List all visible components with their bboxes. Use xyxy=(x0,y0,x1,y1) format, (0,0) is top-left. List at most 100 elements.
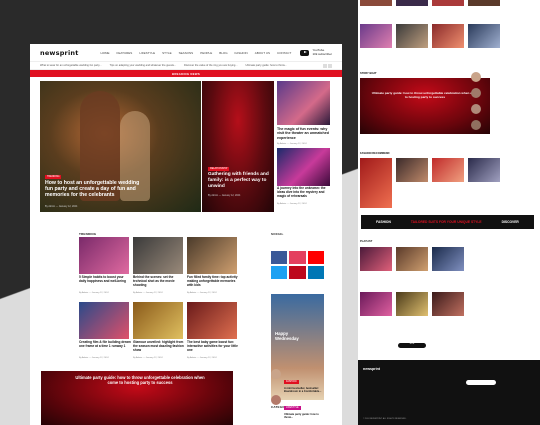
author-avatar xyxy=(471,88,481,98)
author-avatar xyxy=(471,120,481,130)
nav-item-lifestyle[interactable]: LIFESTYLE xyxy=(139,51,155,55)
nav-item-about[interactable]: ABOUT US xyxy=(255,51,270,55)
ticker-item[interactable]: Tips on adapting your wedding and whatev… xyxy=(110,64,176,67)
trending-image[interactable] xyxy=(187,302,237,339)
site-footer: newsprint © 2024 NEWSPRINT. ALL RIGHTS R… xyxy=(358,360,540,425)
author-avatar xyxy=(471,104,481,114)
load-more-button[interactable]: ● ● ● xyxy=(398,343,426,348)
fashion-image[interactable] xyxy=(468,158,500,182)
footer-copyright: © 2024 NEWSPRINT. ALL RIGHTS RESERVED. xyxy=(363,418,407,420)
youtube-social-icon[interactable] xyxy=(307,251,324,264)
thumb-image[interactable] xyxy=(360,24,392,48)
youtube-subscribers: 10k subscriber xyxy=(312,51,332,56)
side-article-image[interactable] xyxy=(277,81,330,125)
category-title[interactable]: A mini bestseller, bestseller: Boardroom… xyxy=(284,387,326,393)
social-grid xyxy=(271,251,324,279)
side-article-image[interactable] xyxy=(277,148,330,186)
playlist-image[interactable] xyxy=(396,292,428,316)
nav-item-home[interactable]: HOME xyxy=(101,51,110,55)
trending-meta: By Admin — January 12, 2024 xyxy=(133,292,163,294)
playlist-image[interactable] xyxy=(396,247,428,271)
fashion-image[interactable] xyxy=(396,158,428,182)
ticker-item[interactable]: Ultimate party guide: how to throw... xyxy=(246,64,287,67)
playlist-heading: PLAYLIST xyxy=(360,240,373,243)
red-feature-title[interactable]: Ultimate party guide: how to throw unfor… xyxy=(370,91,480,99)
thumb-image[interactable] xyxy=(432,24,464,48)
thumb-image[interactable] xyxy=(468,24,500,48)
trending-image[interactable] xyxy=(133,302,183,339)
subscribe-button[interactable] xyxy=(466,380,496,385)
trending-image[interactable] xyxy=(133,237,183,274)
trending-title[interactable]: Fun filled family time: top activity mak… xyxy=(187,275,239,288)
site-logo[interactable]: newsprint xyxy=(40,49,79,57)
thumb-image[interactable] xyxy=(360,0,392,6)
watch-now-title[interactable]: Ultimate party guide: how to throw unfor… xyxy=(70,375,210,386)
secondary-page: STORY BOAT Ultimate party guide: how to … xyxy=(358,0,540,425)
category-tag[interactable]: LIFESTYLE xyxy=(284,406,301,410)
trending-meta: By Admin — January 12, 2024 xyxy=(133,357,163,359)
trending-title[interactable]: Behind the scenes: set the technical sho… xyxy=(133,275,185,288)
ticker-nav xyxy=(323,63,332,68)
fashion-image[interactable] xyxy=(432,158,464,182)
ticker-item[interactable]: Discover the value of the ring you are b… xyxy=(184,64,238,67)
hero-title[interactable]: How to host an unforgettable wedding fun… xyxy=(45,180,145,199)
fashion-image[interactable] xyxy=(360,158,392,208)
thumb-image[interactable] xyxy=(396,24,428,48)
social-heading: SOCIAL xyxy=(271,232,284,236)
playlist-image[interactable] xyxy=(360,247,392,271)
nav-item-style[interactable]: STYLE xyxy=(162,51,172,55)
pinterest-icon[interactable] xyxy=(289,266,306,279)
thumb-image[interactable] xyxy=(396,0,428,6)
side-article-title[interactable]: A journey into the unknown: the ideas di… xyxy=(277,186,330,199)
trending-title[interactable]: Creating film & file building dream one … xyxy=(79,340,131,349)
category-avatar xyxy=(271,369,281,379)
trending-image[interactable] xyxy=(79,302,129,339)
hero-tag[interactable]: TRENDING xyxy=(45,175,62,179)
breaking-news-label: BREAKING NEWS xyxy=(172,71,200,76)
category-tag[interactable]: FASHION xyxy=(284,380,299,384)
playlist-image[interactable] xyxy=(432,292,464,316)
ticker-item[interactable]: What to wear for an unforgettable weddin… xyxy=(40,64,102,67)
nav-item-fashion[interactable]: FASHION xyxy=(235,51,248,55)
trending-meta: By Admin — January 12, 2024 xyxy=(187,292,217,294)
linkedin-icon[interactable] xyxy=(307,266,324,279)
playlist-image[interactable] xyxy=(432,247,464,271)
category-item[interactable]: LIFESTYLE Ultimate party guide: how to t… xyxy=(271,395,326,419)
trending-image[interactable] xyxy=(79,237,129,274)
trending-meta: By Admin — January 12, 2024 xyxy=(79,357,109,359)
main-page: newsprint HOME FEATURES LIFESTYLE STYLE … xyxy=(30,44,342,425)
trending-title[interactable]: Glamour unveiled: highlight from the sea… xyxy=(133,340,185,353)
facebook-icon[interactable] xyxy=(271,251,288,264)
fashion-strip-ad[interactable]: FASHION TAILORED SUITS FOR YOUR UNIQUE S… xyxy=(361,215,534,229)
trending-title[interactable]: 5 Simple habits to boost your daily happ… xyxy=(79,275,131,284)
trending-meta: By Admin — January 12, 2024 xyxy=(79,292,109,294)
nav-item-features[interactable]: FEATURES xyxy=(117,51,133,55)
feature-tag[interactable]: RELATIONSHIP xyxy=(208,167,230,171)
hero-meta: By Admin — January 12, 2024 xyxy=(45,205,78,208)
trending-image[interactable] xyxy=(187,237,237,274)
nav-item-people[interactable]: PEOPLE xyxy=(200,51,212,55)
prev-arrow-icon[interactable] xyxy=(323,63,327,68)
feature-title[interactable]: Gathering with friends and family: is a … xyxy=(208,172,270,189)
category-item[interactable]: FASHION A mini bestseller, bestseller: B… xyxy=(271,369,326,393)
playlist-image[interactable] xyxy=(360,292,392,316)
instagram-icon[interactable] xyxy=(289,251,306,264)
twitter-icon[interactable] xyxy=(271,266,288,279)
thumb-image[interactable] xyxy=(468,0,500,6)
nav-item-seasons[interactable]: SEASONS xyxy=(179,51,194,55)
thumb-image[interactable] xyxy=(432,0,464,6)
news-ticker: What to wear for an unforgettable weddin… xyxy=(30,62,342,70)
side-article-title[interactable]: The magic of fun events: why visit the t… xyxy=(277,127,330,140)
trending-meta: By Admin — January 12, 2024 xyxy=(187,357,217,359)
nav-item-contact[interactable]: CONTACT xyxy=(277,51,291,55)
footer-logo[interactable]: newsprint xyxy=(363,367,380,371)
breaking-news-bar: BREAKING NEWS xyxy=(30,70,342,77)
youtube-link[interactable]: YouTube 10k subscriber xyxy=(300,48,332,56)
nav-item-blog[interactable]: BLOG xyxy=(219,51,227,55)
trending-title[interactable]: The best baby game boost fun: interactiv… xyxy=(187,340,239,353)
side-article-meta: By Admin — January 12, 2024 xyxy=(277,143,307,145)
feature-article-image[interactable] xyxy=(202,81,274,212)
category-title[interactable]: Ultimate party guide: how to throw... xyxy=(284,413,326,419)
author-avatar xyxy=(471,72,481,82)
next-arrow-icon[interactable] xyxy=(328,63,332,68)
